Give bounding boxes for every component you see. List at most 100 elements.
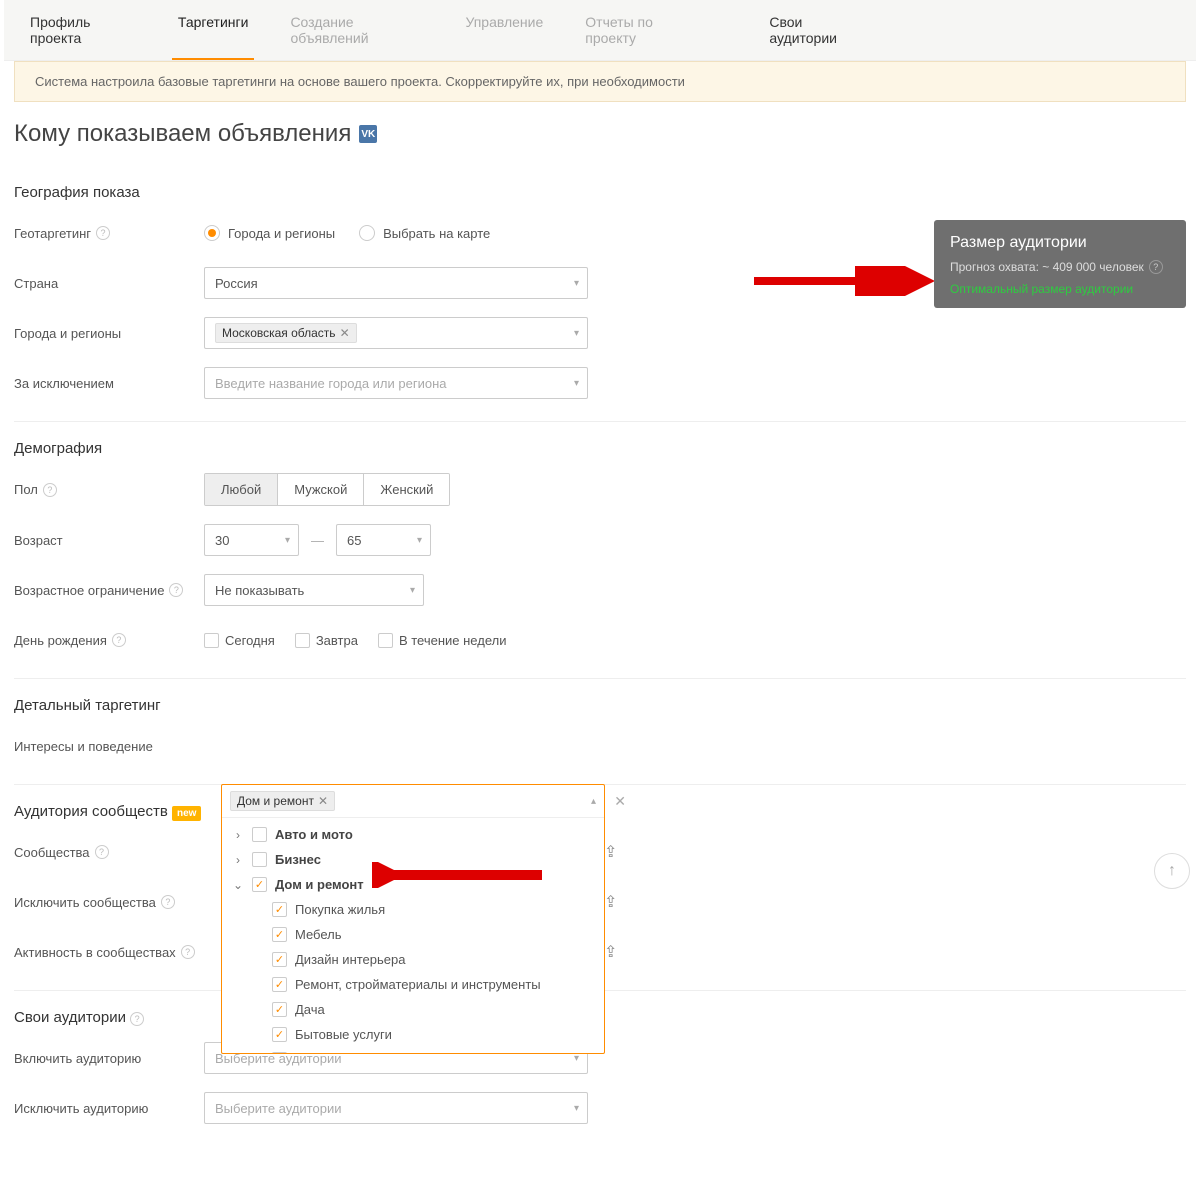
placeholder-text: Выберите аудитории bbox=[215, 1101, 341, 1116]
chevron-down-icon: ▾ bbox=[574, 1103, 579, 1114]
checkbox-icon[interactable] bbox=[272, 927, 287, 942]
chevron-down-icon: ▾ bbox=[410, 585, 415, 596]
tree-item-label: Ремонт, стройматериалы и инструменты bbox=[295, 977, 541, 992]
gender-female-button[interactable]: Женский bbox=[364, 474, 449, 505]
close-icon[interactable]: ✕ bbox=[614, 793, 626, 810]
country-select[interactable]: Россия ▾ bbox=[204, 267, 588, 299]
tab-own-audiences[interactable]: Свои аудитории bbox=[763, 0, 871, 60]
tree-item-label: Бытовые услуги bbox=[295, 1027, 392, 1042]
label-country: Страна bbox=[14, 276, 204, 291]
gender-any-button[interactable]: Любой bbox=[205, 474, 278, 505]
section-demographics: Демография bbox=[14, 440, 1186, 457]
radio-dot-icon bbox=[204, 225, 220, 241]
tab-reports[interactable]: Отчеты по проекту bbox=[579, 0, 703, 60]
help-icon[interactable]: ? bbox=[112, 633, 126, 647]
arrow-up-icon: ↑ bbox=[1168, 862, 1176, 880]
checkbox-icon[interactable] bbox=[252, 877, 267, 892]
age-from-select[interactable]: 30 ▾ bbox=[204, 524, 299, 556]
checkbox-icon[interactable] bbox=[252, 852, 267, 867]
help-icon[interactable]: ? bbox=[95, 845, 109, 859]
dropdown-body[interactable]: ›Авто и мото›Бизнес⌄Дом и ремонтПокупка … bbox=[222, 818, 604, 1053]
chevron-down-icon: ▾ bbox=[574, 328, 579, 339]
label-exclude: За исключением bbox=[14, 376, 204, 391]
chevron-right-icon[interactable]: › bbox=[232, 828, 244, 842]
checkbox-icon[interactable] bbox=[272, 902, 287, 917]
checkbox-icon[interactable] bbox=[272, 977, 287, 992]
close-icon[interactable]: ✕ bbox=[318, 794, 328, 808]
radio-select-on-map[interactable]: Выбрать на карте bbox=[359, 225, 490, 241]
label-activity-communities: Активность в сообществах ? bbox=[14, 945, 204, 960]
help-icon[interactable]: ? bbox=[181, 945, 195, 959]
label-geotarget: Геотаргетинг ? bbox=[14, 226, 204, 241]
checkbox-icon[interactable] bbox=[272, 1027, 287, 1042]
audience-size-card: Размер аудитории Прогноз охвата: ~ 409 0… bbox=[934, 220, 1186, 308]
radio-cities-regions[interactable]: Города и регионы bbox=[204, 225, 335, 241]
checkbox-icon[interactable] bbox=[272, 1002, 287, 1017]
upload-icon[interactable]: ⇪ bbox=[604, 942, 617, 962]
chevron-down-icon[interactable]: ⌄ bbox=[232, 878, 244, 892]
age-to-select[interactable]: 65 ▾ bbox=[336, 524, 431, 556]
label-age-restriction: Возрастное ограничение ? bbox=[14, 583, 204, 598]
gender-male-button[interactable]: Мужской bbox=[278, 474, 364, 505]
tab-manage[interactable]: Управление bbox=[459, 0, 549, 60]
info-alert: Система настроила базовые таргетинги на … bbox=[14, 61, 1186, 102]
radio-dot-icon bbox=[359, 225, 375, 241]
chevron-up-icon[interactable]: ▴ bbox=[591, 796, 596, 807]
section-geography: География показа bbox=[14, 184, 1186, 201]
interest-tree-item[interactable]: Дизайн интерьера bbox=[222, 947, 604, 972]
tab-targeting[interactable]: Таргетинги bbox=[172, 0, 255, 60]
interest-tree-item[interactable]: ›Авто и мото bbox=[222, 822, 604, 847]
annotation-arrow-icon bbox=[754, 266, 934, 296]
interest-tree-item[interactable]: Мебель bbox=[222, 922, 604, 947]
chevron-right-icon[interactable]: › bbox=[232, 853, 244, 867]
interest-tree-item[interactable]: Ремонт, стройматериалы и инструменты bbox=[222, 972, 604, 997]
birthday-week-checkbox[interactable]: В течение недели bbox=[378, 633, 507, 648]
select-value: 65 bbox=[347, 533, 361, 548]
checkbox-icon[interactable] bbox=[272, 1052, 287, 1053]
help-icon[interactable]: ? bbox=[43, 483, 57, 497]
interests-dropdown[interactable]: ✕ Дом и ремонт ✕ ▴ ›Авто и мото›Бизнес⌄Д… bbox=[221, 784, 605, 1054]
tree-item-label: Дом и ремонт bbox=[275, 877, 364, 892]
audience-title: Размер аудитории bbox=[950, 234, 1170, 252]
label-regions: Города и регионы bbox=[14, 326, 204, 341]
tab-create[interactable]: Создание объявлений bbox=[284, 0, 429, 60]
upload-icon[interactable]: ⇪ bbox=[604, 842, 617, 862]
select-value: 30 bbox=[215, 533, 229, 548]
help-icon[interactable]: ? bbox=[161, 895, 175, 909]
help-icon[interactable]: ? bbox=[1149, 260, 1163, 274]
checkbox-icon[interactable] bbox=[272, 952, 287, 967]
checkbox-icon[interactable] bbox=[252, 827, 267, 842]
tab-profile[interactable]: Профиль проекта bbox=[24, 0, 142, 60]
birthday-tomorrow-checkbox[interactable]: Завтра bbox=[295, 633, 358, 648]
regions-select[interactable]: Московская область ✕ ▾ bbox=[204, 317, 588, 349]
section-detailed-targeting: Детальный таргетинг bbox=[14, 697, 1186, 714]
scroll-top-button[interactable]: ↑ bbox=[1154, 853, 1190, 889]
region-token: Московская область ✕ bbox=[215, 323, 357, 343]
audience-status: Оптимальный размер аудитории bbox=[950, 282, 1170, 296]
exclude-region-input[interactable]: Введите название города или региона ▾ bbox=[204, 367, 588, 399]
interest-tree-item[interactable]: Домашние животные bbox=[222, 1047, 604, 1053]
dash-separator: — bbox=[311, 533, 324, 548]
age-restriction-select[interactable]: Не показывать ▾ bbox=[204, 574, 424, 606]
dropdown-header: Дом и ремонт ✕ ▴ bbox=[222, 785, 604, 818]
chevron-down-icon: ▾ bbox=[574, 1053, 579, 1064]
help-icon[interactable]: ? bbox=[96, 226, 110, 240]
tree-item-label: Покупка жилья bbox=[295, 902, 385, 917]
new-badge: new bbox=[172, 806, 201, 821]
label-include-audience: Включить аудиторию bbox=[14, 1051, 204, 1066]
interest-tree-item[interactable]: Покупка жилья bbox=[222, 897, 604, 922]
placeholder-text: Введите название города или региона bbox=[215, 376, 446, 391]
birthday-today-checkbox[interactable]: Сегодня bbox=[204, 633, 275, 648]
chevron-down-icon: ▾ bbox=[417, 535, 422, 546]
checkbox-icon bbox=[378, 633, 393, 648]
help-icon[interactable]: ? bbox=[130, 1012, 144, 1026]
upload-icon[interactable]: ⇪ bbox=[604, 892, 617, 912]
checkbox-icon bbox=[204, 633, 219, 648]
exclude-audience-select[interactable]: Выберите аудитории ▾ bbox=[204, 1092, 588, 1124]
interest-tree-item[interactable]: Бытовые услуги bbox=[222, 1022, 604, 1047]
radio-label: Выбрать на карте bbox=[383, 226, 490, 241]
close-icon[interactable]: ✕ bbox=[340, 326, 350, 340]
interest-tree-item[interactable]: Дача bbox=[222, 997, 604, 1022]
checkbox-icon bbox=[295, 633, 310, 648]
help-icon[interactable]: ? bbox=[169, 583, 183, 597]
